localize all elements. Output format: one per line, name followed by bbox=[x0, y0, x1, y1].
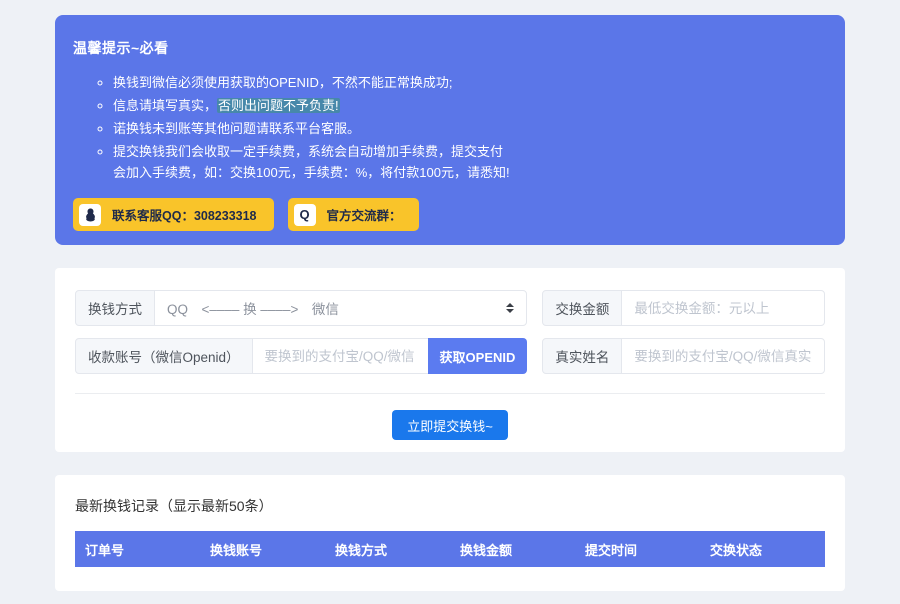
amount-field-group: 交换金额 bbox=[542, 290, 825, 326]
qq-penguin-icon bbox=[79, 204, 101, 226]
notice-list: 换钱到微信必须使用获取的OPENID，不然不能正常换成功; 信息请填写真实，否则… bbox=[73, 72, 513, 183]
account-input[interactable] bbox=[252, 338, 429, 374]
name-field-group: 真实姓名 bbox=[542, 338, 825, 374]
records-table-header: 订单号 换钱账号 换钱方式 换钱金额 提交时间 交换状态 bbox=[75, 531, 825, 567]
notice-title: 温馨提示~必看 bbox=[73, 38, 827, 58]
notice-item-3-text: 诺换钱未到账等其他问题请联系平台客服。 bbox=[113, 121, 360, 136]
name-label: 真实姓名 bbox=[542, 338, 622, 374]
notice-item-1-text: 换钱到微信必须使用获取的OPENID，不然不能正常换成功; bbox=[113, 75, 452, 90]
exchange-form-grid: 换钱方式 QQ <–––– 换 ––––> 微信 交换金额 收款账号（微信Ope… bbox=[75, 290, 825, 374]
notice-item-1: 换钱到微信必须使用获取的OPENID，不然不能正常换成功; bbox=[113, 72, 511, 93]
updown-arrow-icon bbox=[506, 303, 514, 313]
account-field-group: 收款账号（微信Openid） 获取OPENID bbox=[75, 338, 527, 374]
col-exchange-status: 交换状态 bbox=[700, 540, 825, 559]
contact-qq-button[interactable]: 联系客服QQ：308233318 bbox=[73, 198, 274, 231]
contact-qq-button-label: 联系客服QQ：308233318 bbox=[112, 205, 257, 224]
col-exchange-amount: 换钱金额 bbox=[450, 540, 575, 559]
official-group-button-label: 官方交流群： bbox=[327, 205, 402, 224]
method-label: 换钱方式 bbox=[75, 290, 155, 326]
notice-item-4: 提交换钱我们会收取一定手续费，系统会自动增加手续费，提交支付会加入手续费，如：交… bbox=[113, 141, 511, 183]
notice-item-2: 信息请填写真实，否则出问题不予负责! bbox=[113, 95, 511, 116]
notice-item-3: 诺换钱未到账等其他问题请联系平台客服。 bbox=[113, 118, 511, 139]
account-label: 收款账号（微信Openid） bbox=[75, 338, 253, 374]
col-exchange-method: 换钱方式 bbox=[325, 540, 450, 559]
official-group-button[interactable]: Q 官方交流群： bbox=[288, 198, 419, 231]
notice-item-2-highlight: 否则出问题不予负责! bbox=[217, 98, 340, 113]
records-title: 最新换钱记录（显示最新50条） bbox=[75, 496, 825, 516]
get-openid-button[interactable]: 获取OPENID bbox=[428, 338, 528, 374]
notice-buttons-row: 联系客服QQ：308233318 Q 官方交流群： bbox=[73, 198, 827, 231]
notice-banner: 温馨提示~必看 换钱到微信必须使用获取的OPENID，不然不能正常换成功; 信息… bbox=[55, 15, 845, 245]
amount-input[interactable] bbox=[621, 290, 825, 326]
method-select-value: QQ <–––– 换 ––––> 微信 bbox=[167, 298, 339, 318]
form-divider bbox=[75, 393, 825, 394]
q-letter-icon: Q bbox=[294, 204, 316, 226]
notice-item-2-text: 信息请填写真实， bbox=[113, 98, 217, 113]
records-table-body bbox=[75, 567, 825, 587]
exchange-form-card: 换钱方式 QQ <–––– 换 ––––> 微信 交换金额 收款账号（微信Ope… bbox=[55, 268, 845, 452]
records-card: 最新换钱记录（显示最新50条） 订单号 换钱账号 换钱方式 换钱金额 提交时间 … bbox=[55, 475, 845, 591]
submit-row: 立即提交换钱~ bbox=[75, 410, 825, 440]
page: 温馨提示~必看 换钱到微信必须使用获取的OPENID，不然不能正常换成功; 信息… bbox=[0, 0, 900, 604]
notice-item-4-text: 提交换钱我们会收取一定手续费，系统会自动增加手续费，提交支付会加入手续费，如：交… bbox=[113, 144, 510, 180]
submit-exchange-button[interactable]: 立即提交换钱~ bbox=[392, 410, 508, 440]
col-exchange-account: 换钱账号 bbox=[200, 540, 325, 559]
col-submit-time: 提交时间 bbox=[575, 540, 700, 559]
name-input[interactable] bbox=[621, 338, 825, 374]
col-order-id: 订单号 bbox=[75, 540, 200, 559]
method-field-group: 换钱方式 QQ <–––– 换 ––––> 微信 bbox=[75, 290, 527, 326]
method-select[interactable]: QQ <–––– 换 ––––> 微信 bbox=[154, 290, 527, 326]
amount-label: 交换金额 bbox=[542, 290, 622, 326]
